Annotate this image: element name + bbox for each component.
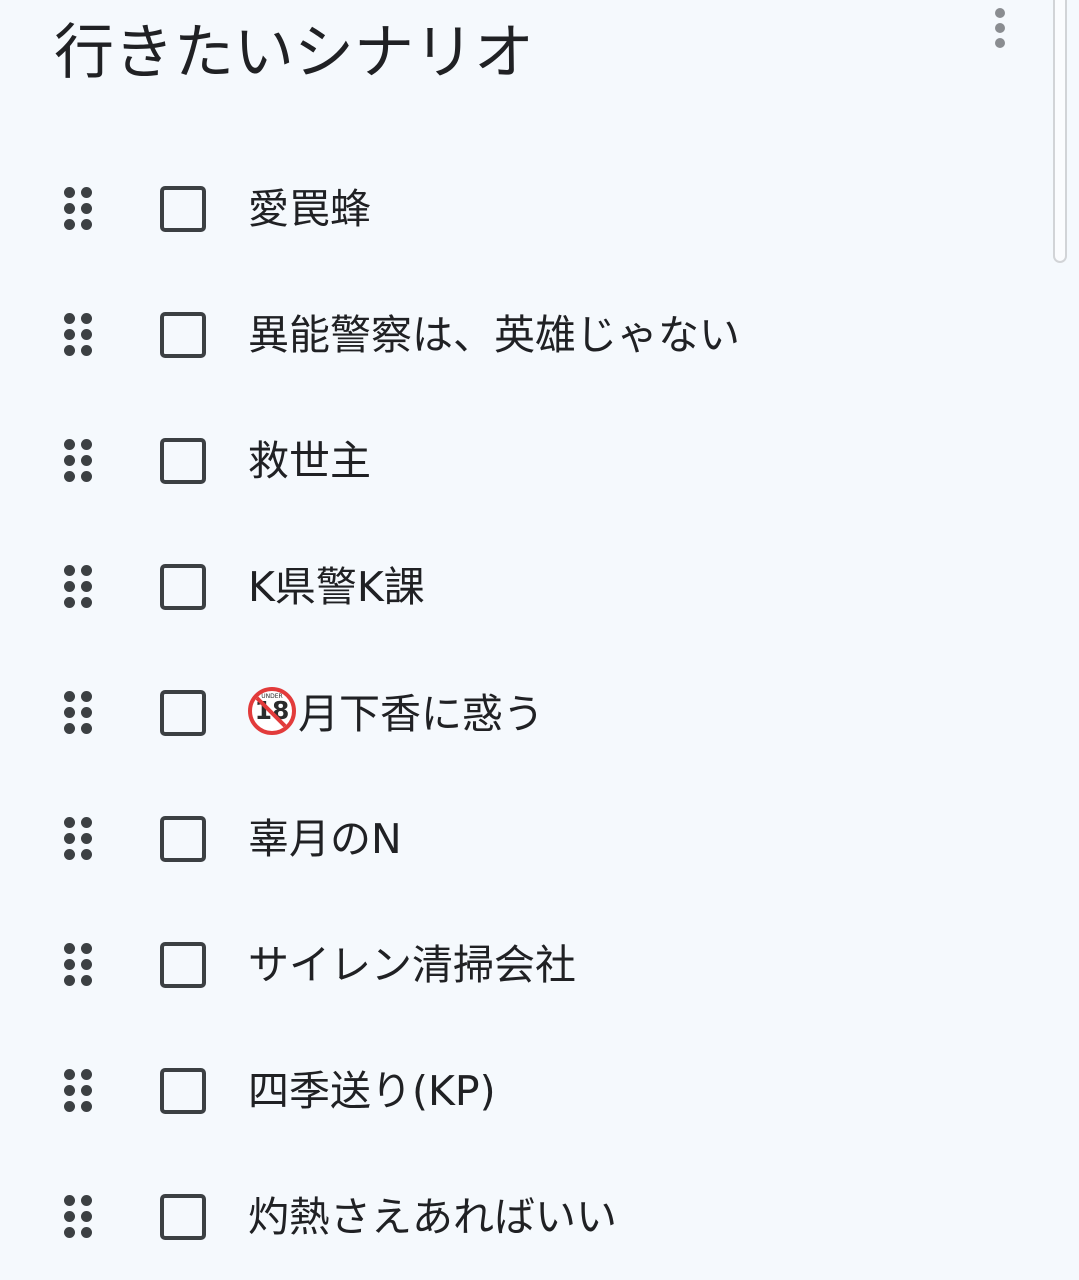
item-label[interactable]: サイレン清掃会社 <box>248 939 576 991</box>
item-checkbox[interactable] <box>160 312 206 358</box>
scrollbar[interactable] <box>1053 0 1067 263</box>
list-item: UNDER 18 月下香に惑う <box>0 650 1040 776</box>
item-checkbox[interactable] <box>160 186 206 232</box>
item-checkbox[interactable] <box>160 690 206 736</box>
drag-handle-icon[interactable] <box>64 943 94 987</box>
no-under-18-icon: UNDER 18 <box>248 686 296 735</box>
item-checkbox[interactable] <box>160 816 206 862</box>
list-item: 灼熱さえあればいい <box>0 1154 1040 1280</box>
item-label: 月下香に惑う <box>298 689 544 738</box>
drag-handle-icon[interactable] <box>64 817 94 861</box>
item-label-row[interactable]: UNDER 18 月下香に惑う <box>248 686 544 740</box>
item-checkbox[interactable] <box>160 564 206 610</box>
drag-handle-icon[interactable] <box>64 439 94 483</box>
drag-handle-icon[interactable] <box>64 187 94 231</box>
item-checkbox[interactable] <box>160 942 206 988</box>
item-label[interactable]: 灼熱さえあればいい <box>248 1191 617 1243</box>
item-label[interactable]: 四季送り(KP) <box>248 1065 496 1117</box>
item-label[interactable]: 辜月のN <box>248 813 402 865</box>
item-checkbox[interactable] <box>160 1194 206 1240</box>
list-item: サイレン清掃会社 <box>0 902 1040 1028</box>
drag-handle-icon[interactable] <box>64 1195 94 1239</box>
list-item: 救世主 <box>0 398 1040 524</box>
list-title: 行きたいシナリオ <box>54 18 534 88</box>
list-item: 辜月のN <box>0 776 1040 902</box>
list-item: 四季送り(KP) <box>0 1028 1040 1154</box>
drag-handle-icon[interactable] <box>64 565 94 609</box>
more-options-icon[interactable] <box>984 4 1016 52</box>
list-item: 異能警察は、英雄じゃない <box>0 272 1040 398</box>
item-checkbox[interactable] <box>160 1068 206 1114</box>
list-item: 愛罠蜂 <box>0 146 1040 272</box>
list-item: K県警K課 <box>0 524 1040 650</box>
drag-handle-icon[interactable] <box>64 691 94 735</box>
item-label[interactable]: 異能警察は、英雄じゃない <box>248 309 740 361</box>
item-label[interactable]: 愛罠蜂 <box>248 183 371 235</box>
drag-handle-icon[interactable] <box>64 313 94 357</box>
item-label[interactable]: K県警K課 <box>248 561 425 613</box>
item-checkbox[interactable] <box>160 438 206 484</box>
drag-handle-icon[interactable] <box>64 1069 94 1113</box>
item-label[interactable]: 救世主 <box>248 435 371 487</box>
